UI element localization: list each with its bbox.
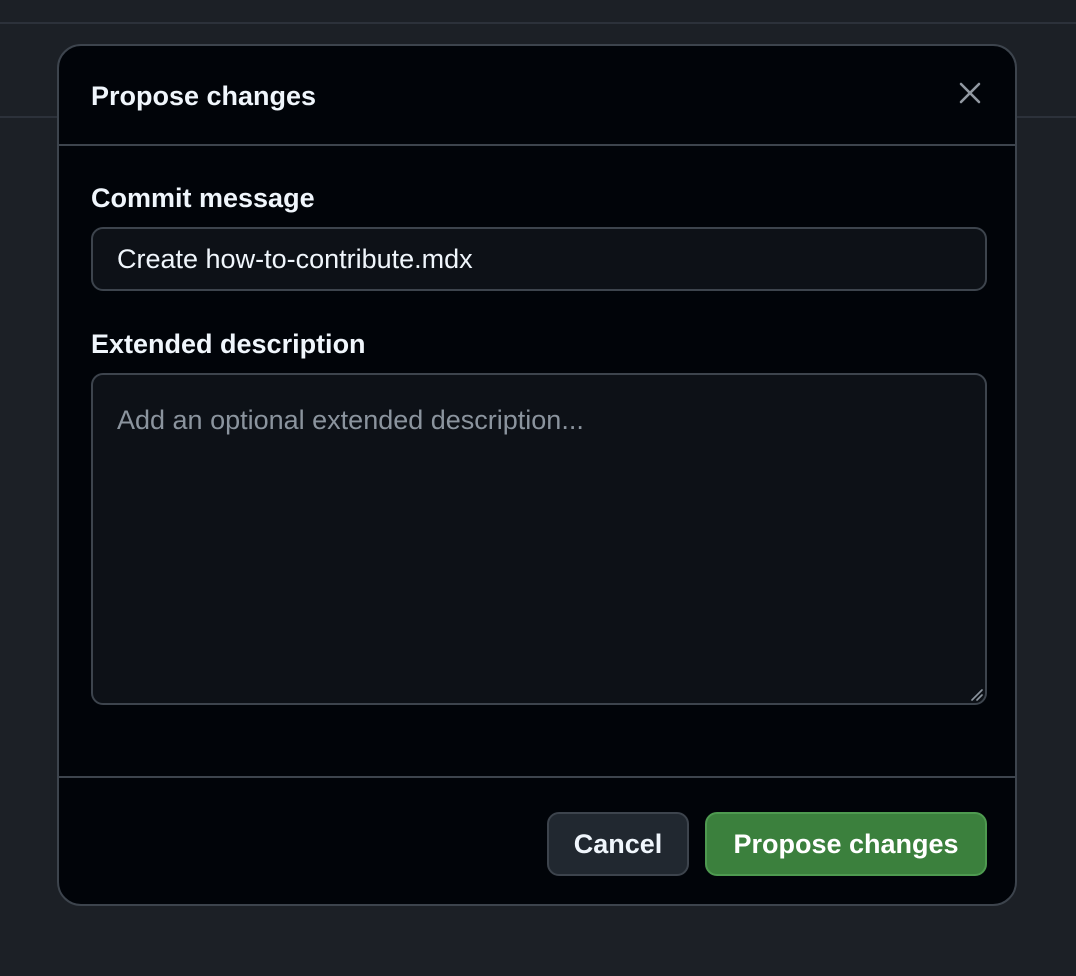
close-icon [959, 82, 981, 104]
resize-grip-icon[interactable] [969, 687, 983, 701]
propose-changes-button[interactable]: Propose changes [705, 812, 987, 876]
dialog-header: Propose changes [59, 46, 1015, 146]
propose-changes-dialog: Propose changes Commit message Extended … [57, 44, 1017, 906]
dialog-footer: Cancel Propose changes [59, 776, 1015, 904]
commit-message-input[interactable] [91, 227, 987, 291]
cancel-button[interactable]: Cancel [547, 812, 689, 876]
commit-message-label: Commit message [91, 183, 315, 213]
extended-description-label: Extended description [91, 329, 366, 359]
backdrop-divider-top [0, 22, 1076, 24]
dialog-title: Propose changes [91, 81, 317, 111]
close-button[interactable] [955, 78, 985, 108]
extended-description-textarea[interactable] [91, 373, 987, 705]
